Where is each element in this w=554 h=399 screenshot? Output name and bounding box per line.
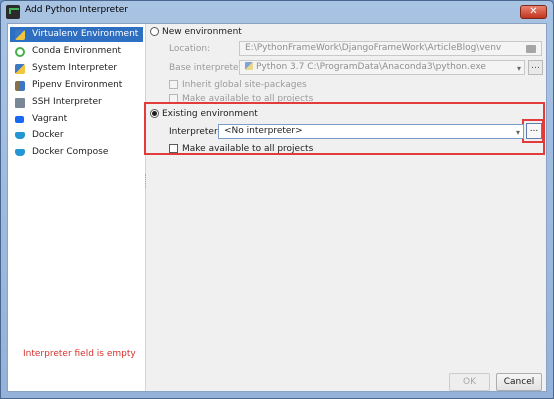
sidebar-item-conda[interactable]: Conda Environment xyxy=(10,44,143,59)
existing-env-available-all-label: Make available to all projects xyxy=(182,144,314,154)
interpreter-label: Interpreter: xyxy=(169,127,221,137)
new-environment-label: New environment xyxy=(162,27,242,37)
base-interpreter-browse-button[interactable]: … xyxy=(528,60,543,75)
ok-button[interactable]: OK xyxy=(449,373,490,391)
sidebar-item-docker-compose[interactable]: Docker Compose xyxy=(10,145,143,160)
existing-environment-radio[interactable] xyxy=(150,109,159,118)
sidebar-item-label: Virtualenv Environment xyxy=(32,29,139,39)
existing-env-available-all-checkbox[interactable] xyxy=(169,144,178,153)
sidebar-item-label: SSH Interpreter xyxy=(32,97,102,107)
virtualenv-icon xyxy=(15,30,25,40)
location-label: Location: xyxy=(169,44,211,54)
sidebar-item-label: Pipenv Environment xyxy=(32,80,123,90)
vagrant-icon xyxy=(15,116,24,123)
location-value: E:\PythonFrameWork\DjangoFrameWork\Artic… xyxy=(245,43,502,53)
chevron-down-icon: ▾ xyxy=(516,64,521,73)
sidebar-item-vagrant[interactable]: Vagrant xyxy=(10,112,143,127)
new-environment-radio[interactable] xyxy=(150,27,159,36)
sidebar-item-pipenv[interactable]: Pipenv Environment xyxy=(10,78,143,93)
cancel-button[interactable]: Cancel xyxy=(496,373,542,391)
pycharm-app-icon xyxy=(6,5,20,19)
location-field[interactable]: E:\PythonFrameWork\DjangoFrameWork\Artic… xyxy=(239,41,542,56)
inherit-packages-label: Inherit global site-packages xyxy=(182,80,307,90)
base-interpreter-label: Base interpreter: xyxy=(169,63,246,73)
sidebar-item-virtualenv[interactable]: Virtualenv Environment xyxy=(10,27,143,42)
title-bar[interactable]: Add Python Interpreter ✕ xyxy=(1,1,553,23)
interpreter-value: <No interpreter> xyxy=(224,126,303,136)
docker-compose-icon xyxy=(15,149,25,156)
pipenv-icon xyxy=(15,81,25,91)
sidebar-item-label: Docker Compose xyxy=(32,147,109,157)
sidebar-item-ssh[interactable]: SSH Interpreter xyxy=(10,95,143,110)
docker-icon xyxy=(15,132,25,139)
sidebar-item-label: System Interpreter xyxy=(32,63,118,73)
interpreter-browse-button[interactable]: ... xyxy=(526,123,542,139)
sidebar-item-docker[interactable]: Docker xyxy=(10,128,143,143)
conda-icon xyxy=(15,47,25,57)
error-message: Interpreter field is empty xyxy=(23,349,136,359)
chevron-down-icon: ▾ xyxy=(515,128,520,137)
base-interpreter-select[interactable]: Python 3.7 C:\ProgramData\Anaconda3\pyth… xyxy=(239,60,525,75)
existing-environment-label: Existing environment xyxy=(162,109,258,119)
ssh-icon xyxy=(15,98,25,108)
dialog-title: Add Python Interpreter xyxy=(25,5,128,15)
dialog-body: Virtualenv Environment Conda Environment… xyxy=(7,23,547,392)
sidebar-item-label: Docker xyxy=(32,130,64,140)
inherit-packages-checkbox[interactable] xyxy=(169,80,178,89)
panel-splitter[interactable] xyxy=(145,174,147,188)
close-button[interactable]: ✕ xyxy=(520,5,547,19)
dialog-window: Add Python Interpreter ✕ Virtualenv Envi… xyxy=(0,0,554,399)
interpreter-select[interactable]: <No interpreter> ▾ xyxy=(218,124,524,139)
base-interpreter-value: Python 3.7 C:\ProgramData\Anaconda3\pyth… xyxy=(256,62,486,72)
interpreter-type-list: Virtualenv Environment Conda Environment… xyxy=(8,24,146,391)
folder-icon[interactable] xyxy=(526,45,536,53)
sidebar-item-label: Vagrant xyxy=(32,114,68,124)
python-icon xyxy=(15,64,25,74)
python-icon xyxy=(245,62,253,70)
sidebar-item-system[interactable]: System Interpreter xyxy=(10,61,143,76)
sidebar-item-label: Conda Environment xyxy=(32,46,122,56)
